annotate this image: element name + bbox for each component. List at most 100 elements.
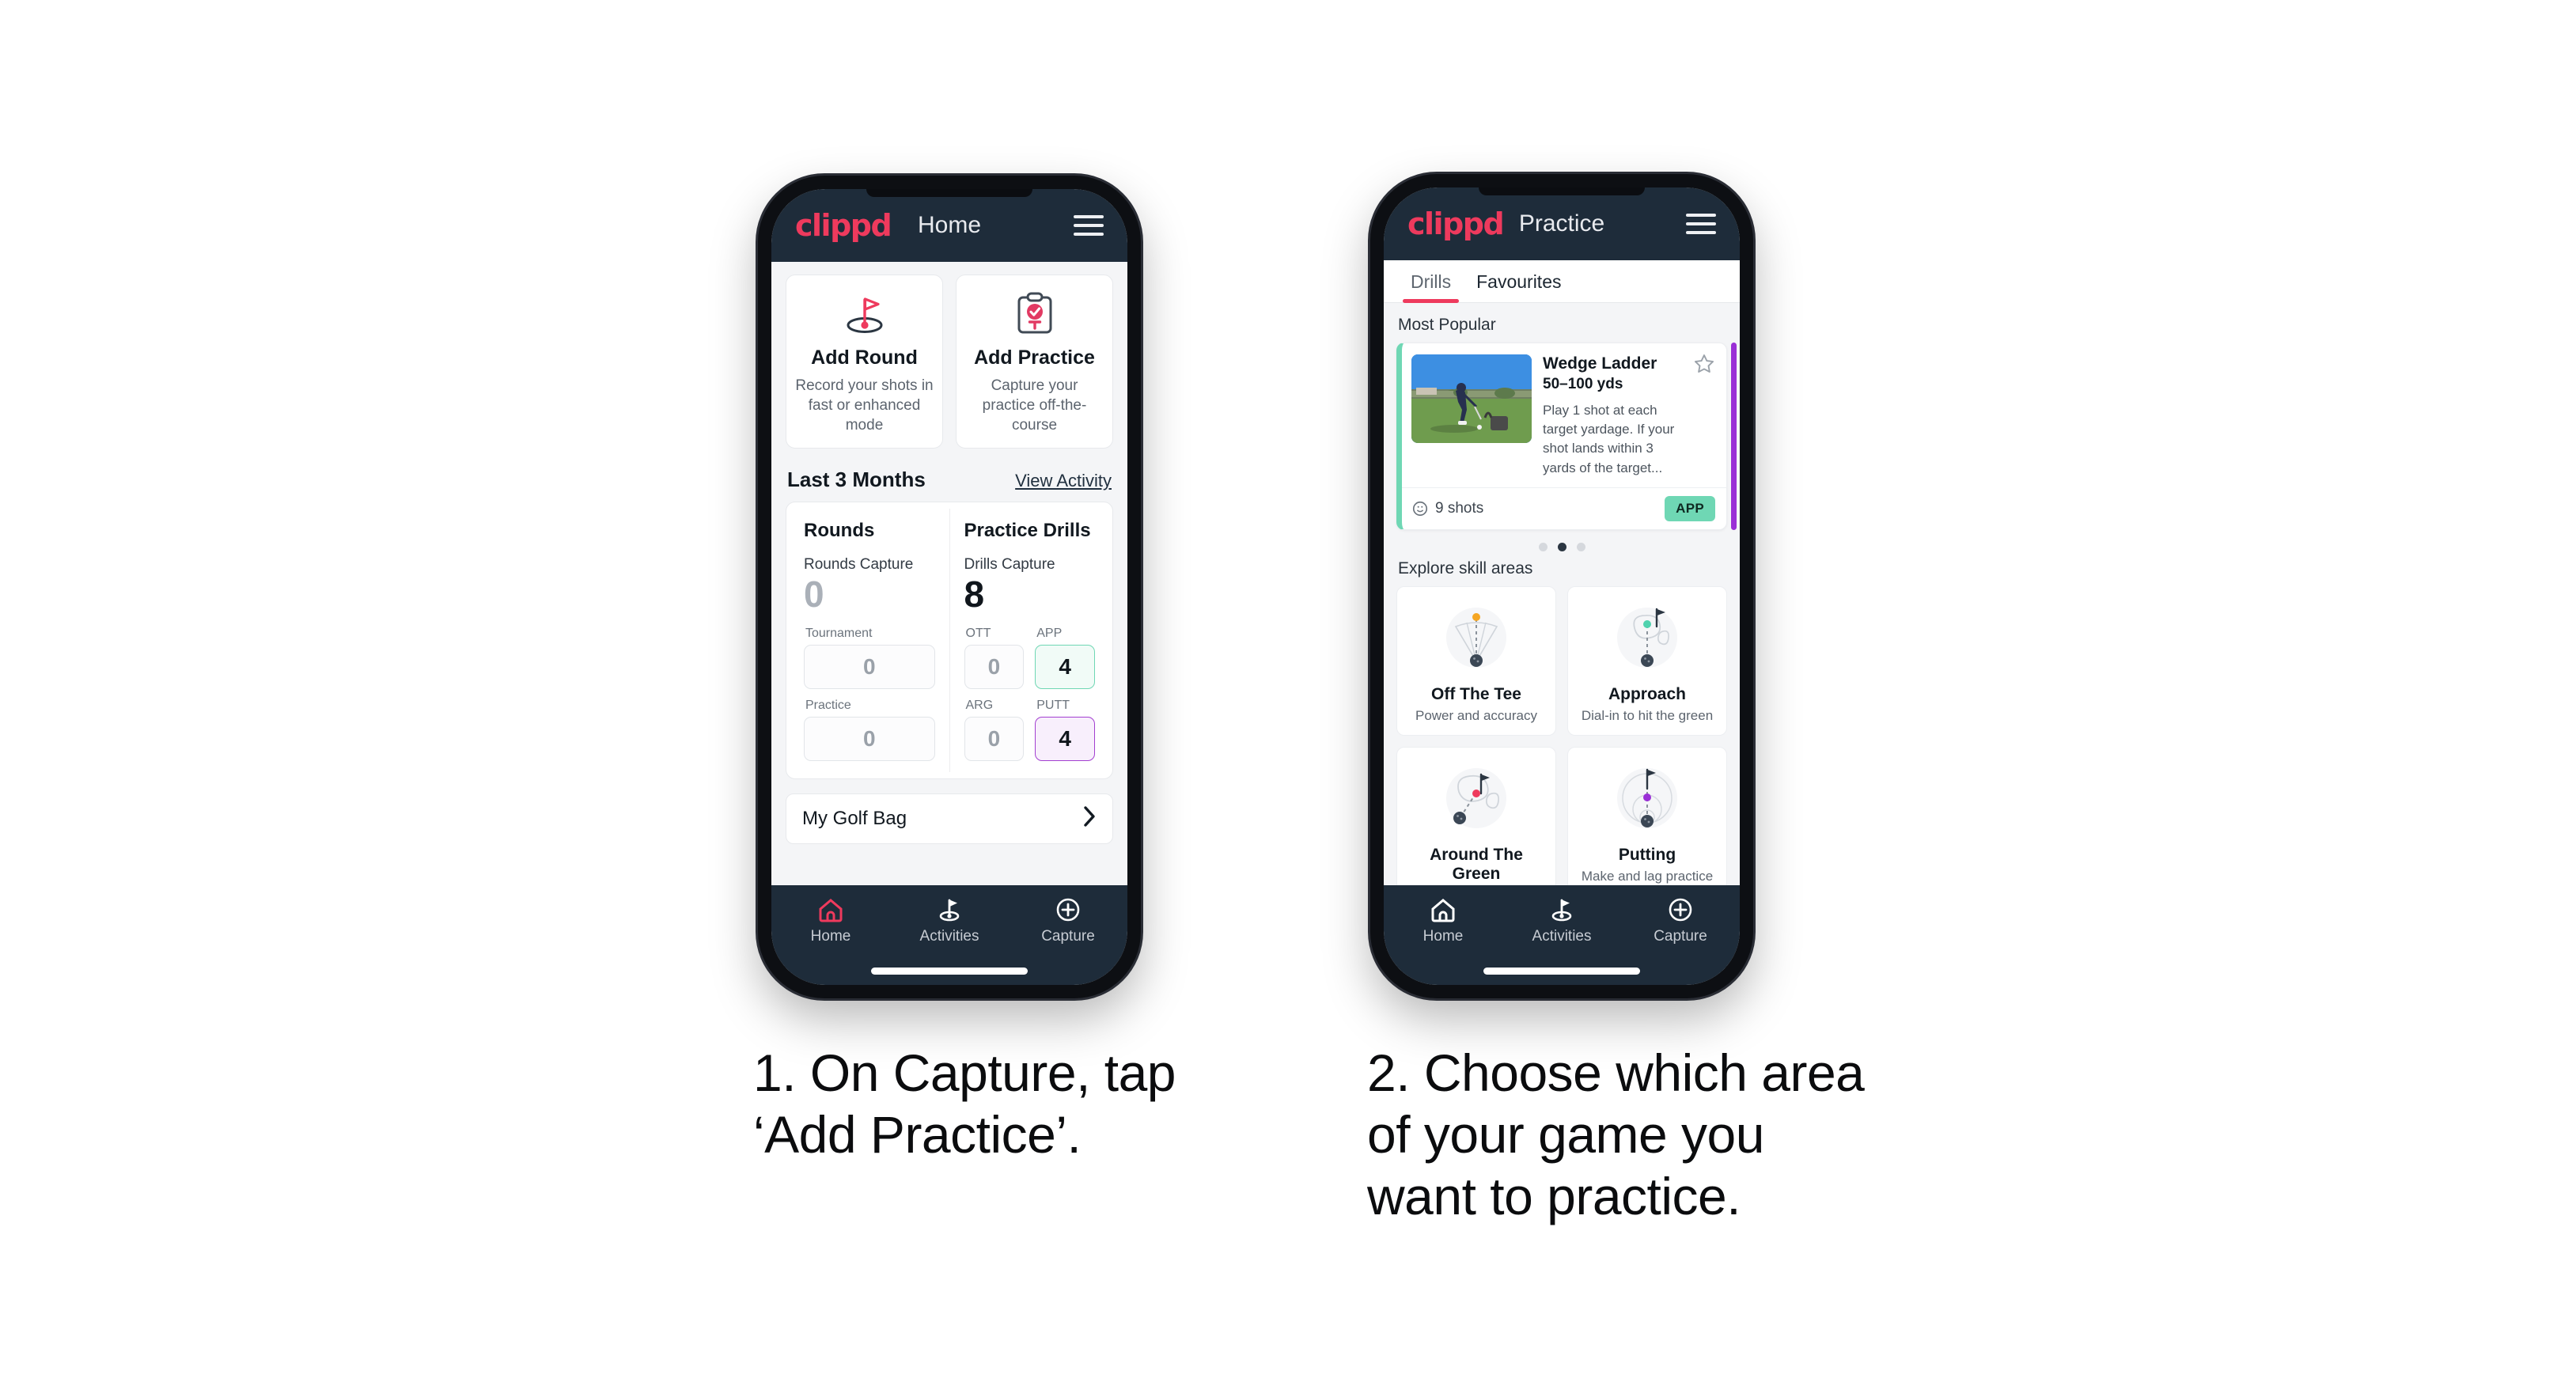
ott-value[interactable]: 0: [964, 644, 1025, 689]
skill-areas-grid: Off The Tee Power and accuracy Approach …: [1396, 585, 1727, 885]
phone-notch: [866, 189, 1032, 197]
nav-capture-label: Capture: [1654, 928, 1707, 945]
practice-label: Practice: [805, 698, 851, 712]
skill-card-putting[interactable]: Putting Make and lag practice: [1567, 746, 1727, 885]
nav-capture[interactable]: Capture: [1621, 896, 1740, 945]
clipboard-check-tee-icon: [964, 290, 1104, 339]
approach-green-icon: [1574, 598, 1720, 680]
golf-flag-icon: [939, 899, 960, 922]
skill-desc-putting: Make and lag practice: [1581, 868, 1714, 884]
tournament-label: Tournament: [805, 626, 873, 640]
section-title: Last 3 Months: [787, 468, 926, 492]
tab-drills[interactable]: Drills: [1398, 260, 1464, 303]
carousel-scrollbar[interactable]: [1731, 343, 1737, 530]
phone-notch: [1479, 187, 1645, 195]
skill-name-putting: Putting: [1618, 845, 1676, 864]
bottom-navigation: Home Activities Capture: [1384, 885, 1740, 985]
practice-content: Most Popular Wedge Ladder 50–100 yds Pla…: [1384, 303, 1740, 885]
carousel-dots: [1396, 542, 1727, 551]
skill-card-approach[interactable]: Approach Dial-in to hit the green: [1567, 585, 1727, 736]
carousel-dot-2[interactable]: [1557, 542, 1566, 551]
last-3-months-header: Last 3 Months View Activity: [787, 468, 1112, 492]
nav-activities[interactable]: Activities: [1502, 896, 1621, 945]
app-bar: clippd Practice: [1384, 187, 1740, 260]
carousel-dot-3[interactable]: [1576, 542, 1585, 551]
putting-rings-icon: [1574, 759, 1720, 841]
phone-bezel: clippd Practice Drills Favourites Most P…: [1384, 187, 1740, 985]
tournament-value[interactable]: 0: [804, 644, 935, 689]
nav-activities-label: Activities: [919, 928, 979, 945]
drill-shots-label: 9 shots: [1435, 499, 1484, 517]
carousel-dot-1[interactable]: [1538, 542, 1547, 551]
off-the-tee-fan-icon: [1404, 598, 1549, 680]
putt-label: PUTT: [1036, 698, 1070, 712]
caption-step-2: 2. Choose which area of your game you wa…: [1367, 1043, 1865, 1225]
around-the-green-icon: [1404, 759, 1549, 841]
rounds-column: Rounds Rounds Capture 0 Tournament 0 Pra…: [790, 509, 949, 771]
skill-desc-off-the-tee: Power and accuracy: [1415, 707, 1538, 723]
golfer-chipping-photo: [1411, 354, 1532, 443]
home-icon: [819, 899, 843, 922]
phone-bezel: clippd Home Add Round Record your shots …: [771, 189, 1127, 985]
drills-capture-label: Drills Capture: [964, 556, 1055, 574]
drills-capture-value: 8: [964, 574, 985, 615]
golf-flag-hole-icon: [794, 290, 934, 339]
practice-drills-heading: Practice Drills: [964, 520, 1091, 542]
nav-activities-label: Activities: [1532, 928, 1592, 945]
rounds-heading: Rounds: [804, 520, 875, 542]
my-golf-bag-row[interactable]: My Golf Bag: [786, 793, 1113, 844]
phone-screen-practice: clippd Practice Drills Favourites Most P…: [1384, 187, 1740, 985]
nav-home-label: Home: [810, 928, 851, 945]
clippd-logo: clippd: [1407, 206, 1505, 241]
skill-card-off-the-tee[interactable]: Off The Tee Power and accuracy: [1396, 585, 1556, 736]
stats-card: Rounds Rounds Capture 0 Tournament 0 Pra…: [786, 502, 1113, 779]
hamburger-icon[interactable]: [1074, 215, 1104, 236]
nav-home[interactable]: Home: [1384, 896, 1502, 945]
my-golf-bag-label: My Golf Bag: [802, 807, 907, 829]
app-value[interactable]: 4: [1035, 644, 1095, 689]
add-practice-subtitle: Capture your practice off-the-course: [982, 377, 1087, 434]
add-practice-card[interactable]: Add Practice Capture your practice off-t…: [956, 275, 1113, 449]
quick-actions-row: Add Round Record your shots in fast or e…: [786, 275, 1113, 449]
tutorial-canvas: clippd Home Add Round Record your shots …: [0, 0, 2576, 1386]
nav-capture-label: Capture: [1041, 928, 1095, 945]
add-round-title: Add Round: [811, 346, 918, 369]
drill-name: Wedge Ladder: [1543, 354, 1657, 373]
plus-circle-icon: [1669, 898, 1692, 922]
skill-name-off-the-tee: Off The Tee: [1431, 684, 1521, 703]
arg-value[interactable]: 0: [964, 716, 1025, 761]
explore-skill-areas-label: Explore skill areas: [1398, 559, 1533, 578]
home-indicator: [1483, 968, 1640, 975]
nav-home-label: Home: [1422, 928, 1464, 945]
hamburger-icon[interactable]: [1686, 214, 1716, 234]
clock-icon: [1412, 501, 1428, 516]
clippd-logo: clippd: [795, 208, 892, 243]
app-bar: clippd Home: [771, 189, 1127, 262]
home-indicator: [871, 968, 1028, 975]
drill-card[interactable]: Wedge Ladder 50–100 yds Play 1 shot at e…: [1396, 343, 1727, 530]
home-content: Add Round Record your shots in fast or e…: [771, 262, 1127, 885]
phone-screen-home: clippd Home Add Round Record your shots …: [771, 189, 1127, 985]
drill-description: Play 1 shot at each target yardage. If y…: [1543, 403, 1675, 475]
rounds-capture-label: Rounds Capture: [804, 556, 914, 574]
tab-bar: Drills Favourites: [1384, 260, 1740, 303]
putt-value[interactable]: 4: [1035, 716, 1095, 761]
ott-label: OTT: [965, 626, 991, 640]
nav-home[interactable]: Home: [771, 896, 890, 945]
drill-carousel: Wedge Ladder 50–100 yds Play 1 shot at e…: [1396, 343, 1737, 530]
practice-value[interactable]: 0: [804, 716, 935, 761]
star-outline-icon[interactable]: [1693, 353, 1715, 379]
tab-favourites[interactable]: Favourites: [1464, 260, 1574, 302]
view-activity-link[interactable]: View Activity: [1015, 471, 1112, 491]
add-round-card[interactable]: Add Round Record your shots in fast or e…: [786, 275, 943, 449]
nav-capture[interactable]: Capture: [1009, 896, 1127, 945]
phone-mockup-home: clippd Home Add Round Record your shots …: [758, 176, 1141, 998]
skill-card-around-the-green[interactable]: Around The Green Hone your short game: [1396, 746, 1556, 885]
nav-activities[interactable]: Activities: [890, 896, 1009, 945]
app-label: APP: [1036, 626, 1063, 640]
add-practice-title: Add Practice: [974, 346, 1095, 369]
phone-mockup-practice: clippd Practice Drills Favourites Most P…: [1370, 174, 1753, 998]
most-popular-label: Most Popular: [1398, 316, 1496, 334]
arg-label: ARG: [965, 698, 994, 712]
drill-shots: 9 shots: [1411, 500, 1483, 517]
